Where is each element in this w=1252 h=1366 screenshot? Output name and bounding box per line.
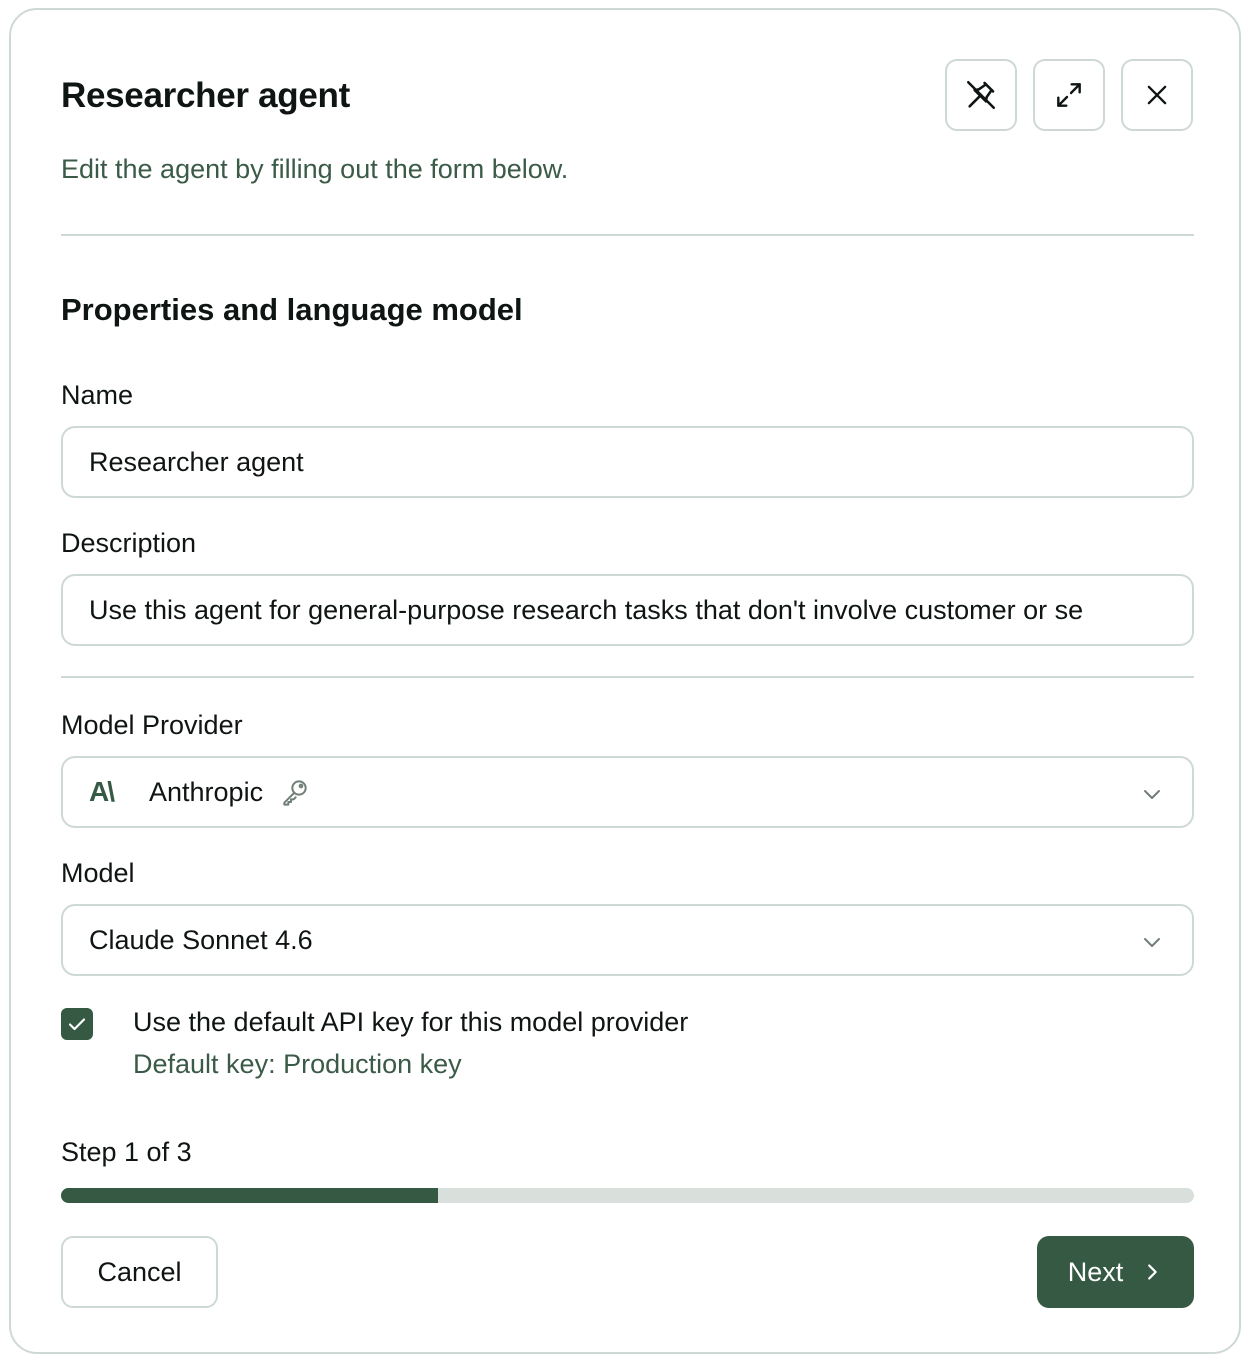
model-value: Claude Sonnet 4.6 [89, 924, 313, 955]
section-divider [61, 676, 1194, 678]
name-label: Name [61, 380, 134, 410]
expand-button[interactable] [1033, 59, 1105, 131]
close-icon [1147, 85, 1167, 105]
unpin-button[interactable] [945, 59, 1017, 131]
agent-dialog: Researcher agent Edit the agent by filli… [9, 8, 1241, 1354]
next-button-label: Next [1067, 1256, 1124, 1287]
description-input[interactable]: Use this agent for general-purpose resea… [61, 574, 1194, 646]
chevron-right-icon [1148, 1264, 1158, 1280]
unpin-icon [966, 80, 996, 110]
dialog-title: Researcher agent [61, 76, 350, 115]
header-divider [61, 234, 1194, 236]
key-icon [283, 780, 307, 806]
cancel-button-label: Cancel [97, 1256, 182, 1287]
expand-icon [1057, 83, 1081, 107]
name-input-value: Researcher agent [89, 446, 304, 477]
dialog-subtitle: Edit the agent by filling out the form b… [61, 154, 569, 184]
model-select[interactable]: Claude Sonnet 4.6 [61, 904, 1194, 976]
model-provider-label: Model Provider [61, 710, 243, 740]
default-key-description: Default key: Production key [133, 1049, 462, 1079]
description-input-value: Use this agent for general-purpose resea… [89, 594, 1084, 625]
description-label: Description [61, 528, 197, 558]
progress-bar [61, 1188, 1194, 1203]
check-icon [68, 1018, 86, 1031]
section-title: Properties and language model [61, 292, 523, 327]
model-provider-value: Anthropic [149, 776, 264, 807]
step-indicator: Step 1 of 3 [61, 1137, 192, 1167]
default-key-label: Use the default API key for this model p… [133, 1007, 689, 1037]
model-label: Model [61, 858, 135, 888]
chevron-down-icon [1144, 790, 1160, 799]
name-input[interactable]: Researcher agent [61, 426, 1194, 498]
cancel-button[interactable]: Cancel [61, 1236, 218, 1308]
next-button[interactable]: Next [1037, 1236, 1194, 1308]
anthropic-logo: A\ [89, 776, 115, 807]
close-button[interactable] [1121, 59, 1193, 131]
default-key-checkbox[interactable] [61, 1008, 93, 1040]
progress-bar-fill [61, 1188, 439, 1203]
chevron-down-icon [1144, 938, 1160, 947]
model-provider-select[interactable]: A\ Anthropic [61, 756, 1194, 828]
